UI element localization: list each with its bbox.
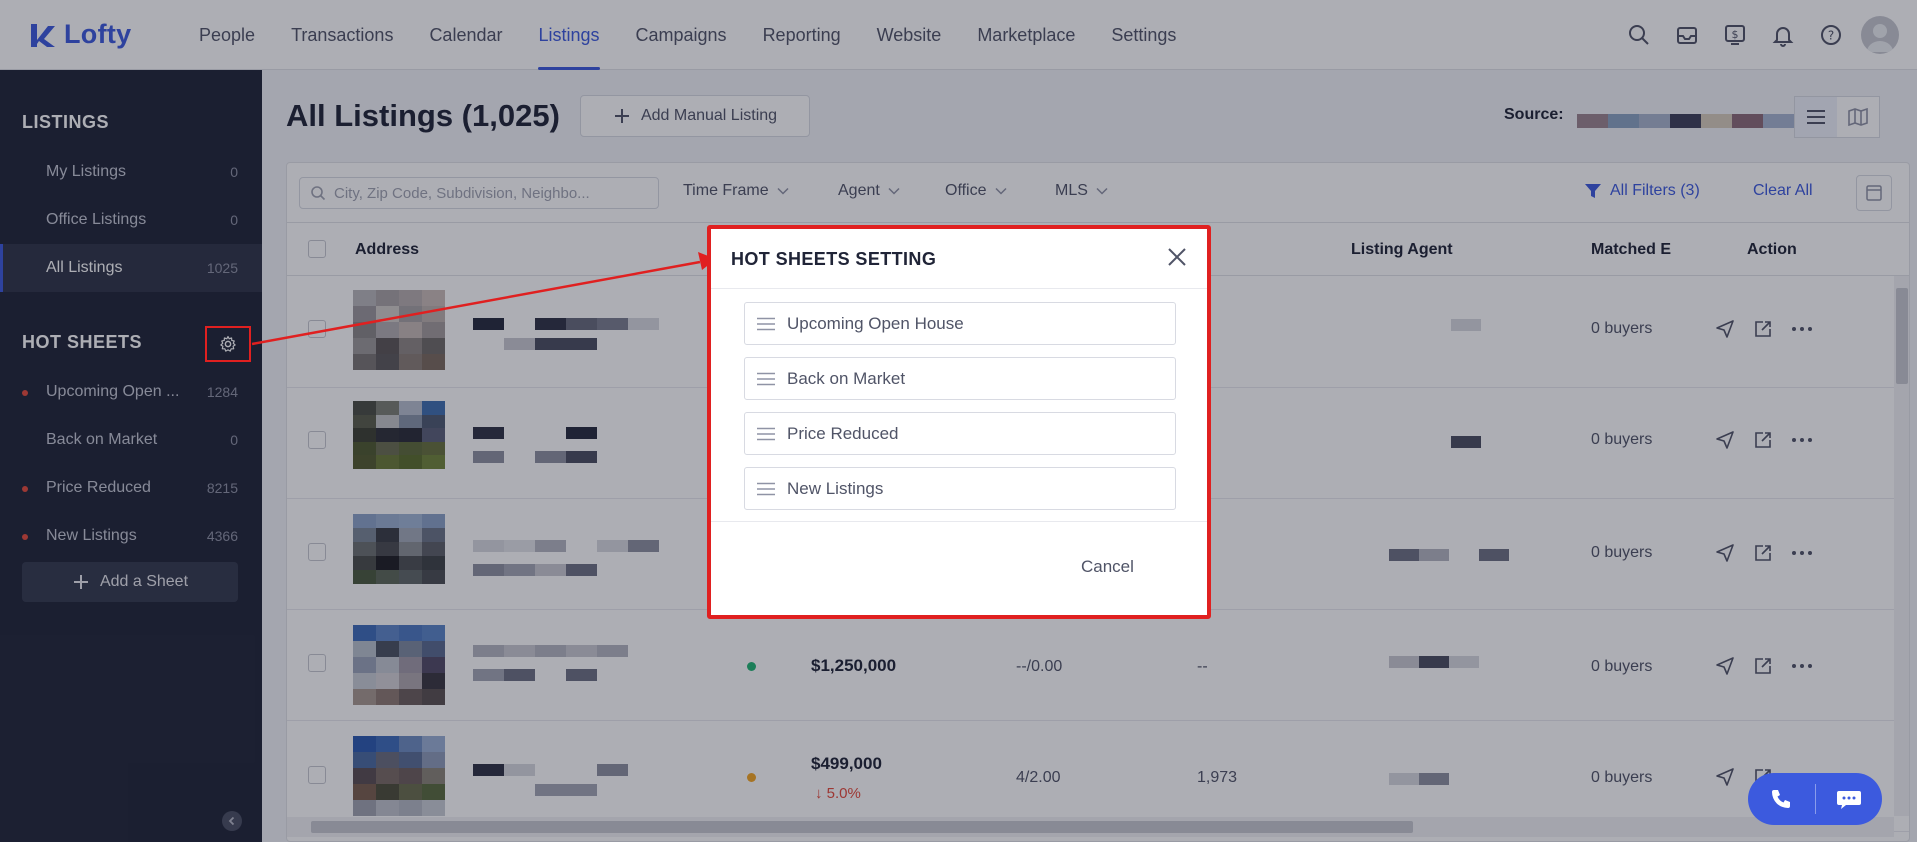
sheet-item-label: New Listings <box>787 478 884 498</box>
chat-bubble-icon <box>1836 791 1861 809</box>
sheet-item-upcoming-open-house[interactable]: Upcoming Open House <box>744 302 1176 345</box>
chat-button[interactable] <box>1816 773 1883 825</box>
close-button[interactable] <box>1165 245 1189 269</box>
close-icon <box>1168 248 1186 266</box>
sheet-item-label: Back on Market <box>787 368 906 388</box>
gear-highlight-box <box>205 326 251 362</box>
sheet-item-new-listings[interactable]: New Listings <box>744 467 1176 510</box>
drag-handle-icon[interactable] <box>757 482 775 496</box>
sheet-item-back-on-market[interactable]: Back on Market <box>744 357 1176 400</box>
drag-handle-icon[interactable] <box>757 372 775 386</box>
phone-icon <box>1772 790 1791 808</box>
sheet-item-price-reduced[interactable]: Price Reduced <box>744 412 1176 455</box>
contact-widget <box>1748 773 1882 825</box>
cancel-button[interactable]: Cancel <box>1081 557 1134 577</box>
dialog-title: HOT SHEETS SETTING <box>731 249 937 269</box>
sheet-item-label: Price Reduced <box>787 423 899 443</box>
dialog-header: HOT SHEETS SETTING <box>711 229 1207 289</box>
drag-handle-icon[interactable] <box>757 427 775 441</box>
hot-sheets-setting-dialog: HOT SHEETS SETTING Upcoming Open House B… <box>707 225 1211 619</box>
dialog-footer-divider <box>711 521 1207 522</box>
drag-handle-icon[interactable] <box>757 317 775 331</box>
phone-button[interactable] <box>1748 773 1815 825</box>
sheet-item-label: Upcoming Open House <box>787 313 964 333</box>
